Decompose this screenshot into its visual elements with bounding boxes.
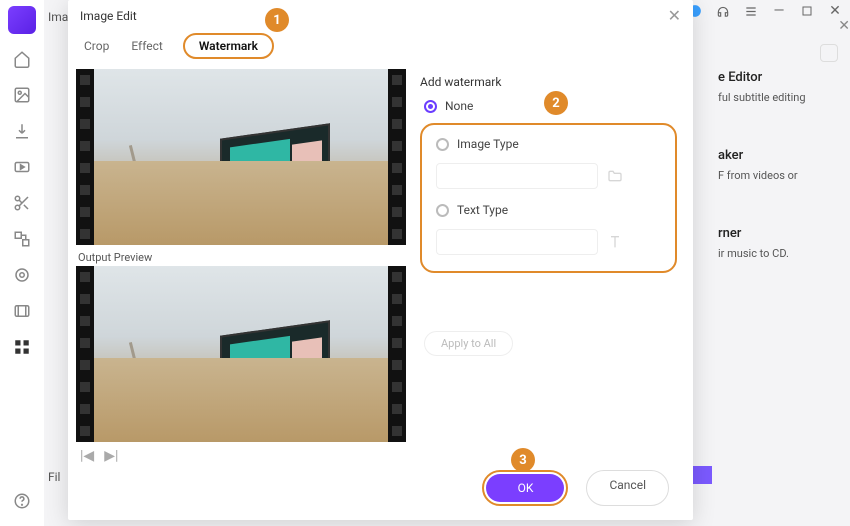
tab-watermark[interactable]: Watermark <box>183 33 274 59</box>
prev-frame-icon[interactable]: |◀ <box>80 448 94 464</box>
callout-2: 2 <box>544 91 568 115</box>
source-preview <box>76 69 406 245</box>
dialog-tabs: Crop Effect Watermark <box>68 25 693 65</box>
minimize-icon[interactable]: — <box>772 4 786 18</box>
dialog-title: Image Edit <box>80 9 668 23</box>
scissors-icon[interactable] <box>11 192 33 214</box>
image-icon[interactable] <box>11 84 33 106</box>
tab-crop[interactable]: Crop <box>82 35 111 57</box>
radio-text-type[interactable] <box>436 204 449 217</box>
radio-image-type[interactable] <box>436 138 449 151</box>
callout-1: 1 <box>265 8 289 32</box>
radio-none[interactable] <box>424 100 437 113</box>
headset-icon[interactable] <box>716 4 730 18</box>
bg-feature-cards: e Editorful subtitle editing akerF from … <box>718 70 838 260</box>
radio-none-label: None <box>445 99 473 113</box>
dialog-close-icon[interactable]: ✕ <box>668 6 681 25</box>
video-icon[interactable] <box>11 156 33 178</box>
cancel-button[interactable]: Cancel <box>586 470 669 506</box>
target-icon[interactable] <box>11 264 33 286</box>
text-watermark-input[interactable] <box>436 229 598 255</box>
folder-icon[interactable] <box>606 167 624 185</box>
film-icon[interactable] <box>11 300 33 322</box>
maximize-icon[interactable] <box>800 4 814 18</box>
output-preview-label: Output Preview <box>76 245 406 266</box>
radio-text-type-label: Text Type <box>457 203 508 217</box>
radio-image-type-label: Image Type <box>457 137 519 151</box>
image-path-input[interactable] <box>436 163 598 189</box>
app-window-controls: — ✕ <box>688 4 842 18</box>
apply-to-all-button[interactable]: Apply to All <box>424 331 513 356</box>
next-frame-icon[interactable]: ▶| <box>104 448 118 464</box>
app-sidebar <box>0 0 44 526</box>
download-icon[interactable] <box>11 120 33 142</box>
ok-button-highlight: OK <box>482 470 568 506</box>
output-preview <box>76 266 406 442</box>
bg-card: e Editorful subtitle editing <box>718 70 838 104</box>
app-logo-icon <box>8 6 36 34</box>
callout-3: 3 <box>511 448 535 472</box>
watermark-options-group: Image Type Text Type <box>420 123 677 273</box>
bg-card: akerF from videos or <box>718 148 838 182</box>
image-edit-dialog: Image Edit ✕ Crop Effect Watermark 1 Out… <box>68 0 693 520</box>
settings-icon[interactable] <box>820 44 838 62</box>
home-icon[interactable] <box>11 48 33 70</box>
tab-effect[interactable]: Effect <box>129 35 165 57</box>
panel-close-icon[interactable]: ✕ <box>838 18 850 34</box>
text-style-icon[interactable] <box>606 233 624 251</box>
menu-icon[interactable] <box>744 4 758 18</box>
apps-icon[interactable] <box>11 336 33 358</box>
watermark-section-title: Add watermark <box>420 75 677 89</box>
ok-button[interactable]: OK <box>486 474 564 502</box>
help-icon[interactable] <box>11 490 33 512</box>
merge-icon[interactable] <box>11 228 33 250</box>
app-close-icon[interactable]: ✕ <box>828 4 842 18</box>
bg-file-fragment: Fil <box>48 470 60 484</box>
bg-card: rnerir music to CD. <box>718 226 838 260</box>
